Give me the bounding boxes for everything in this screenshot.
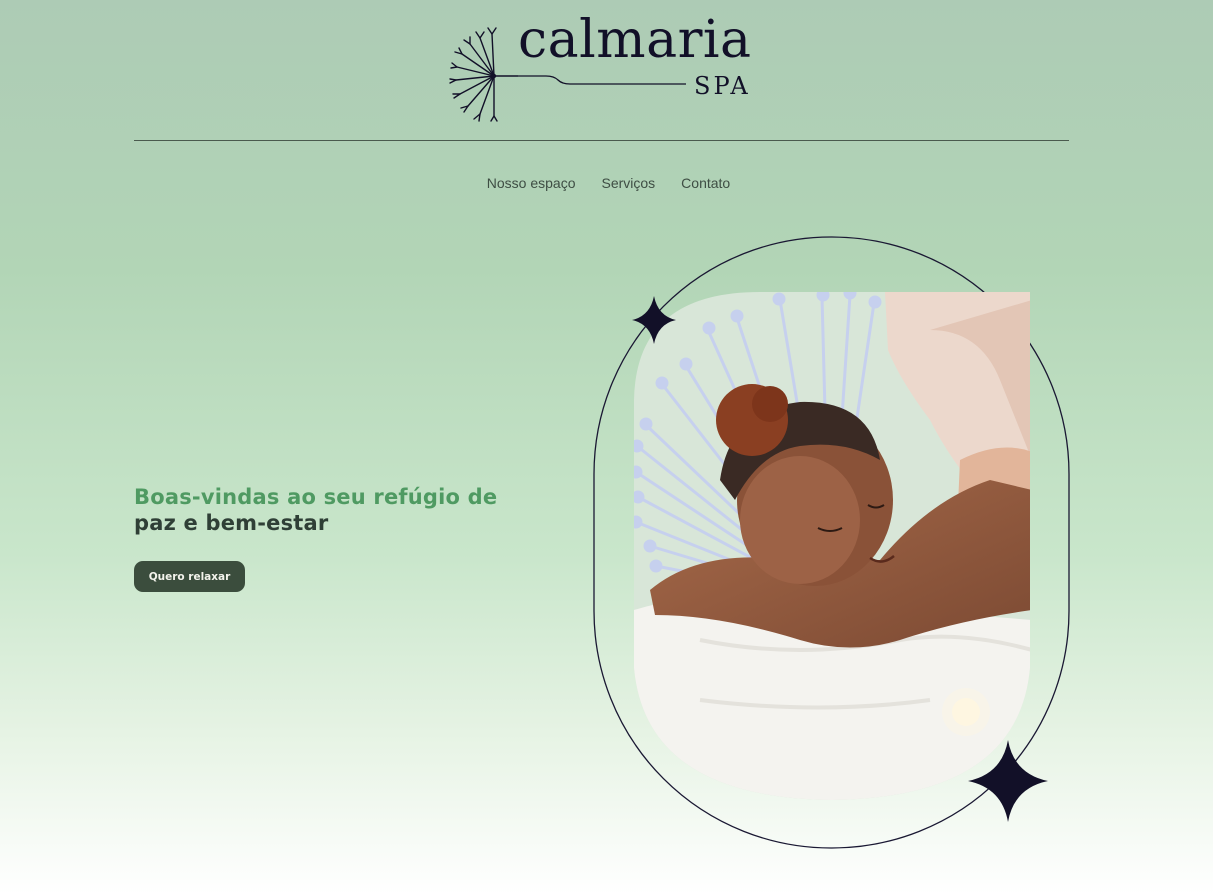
massage-photo <box>634 292 1030 800</box>
hero-illustration <box>593 236 1070 849</box>
